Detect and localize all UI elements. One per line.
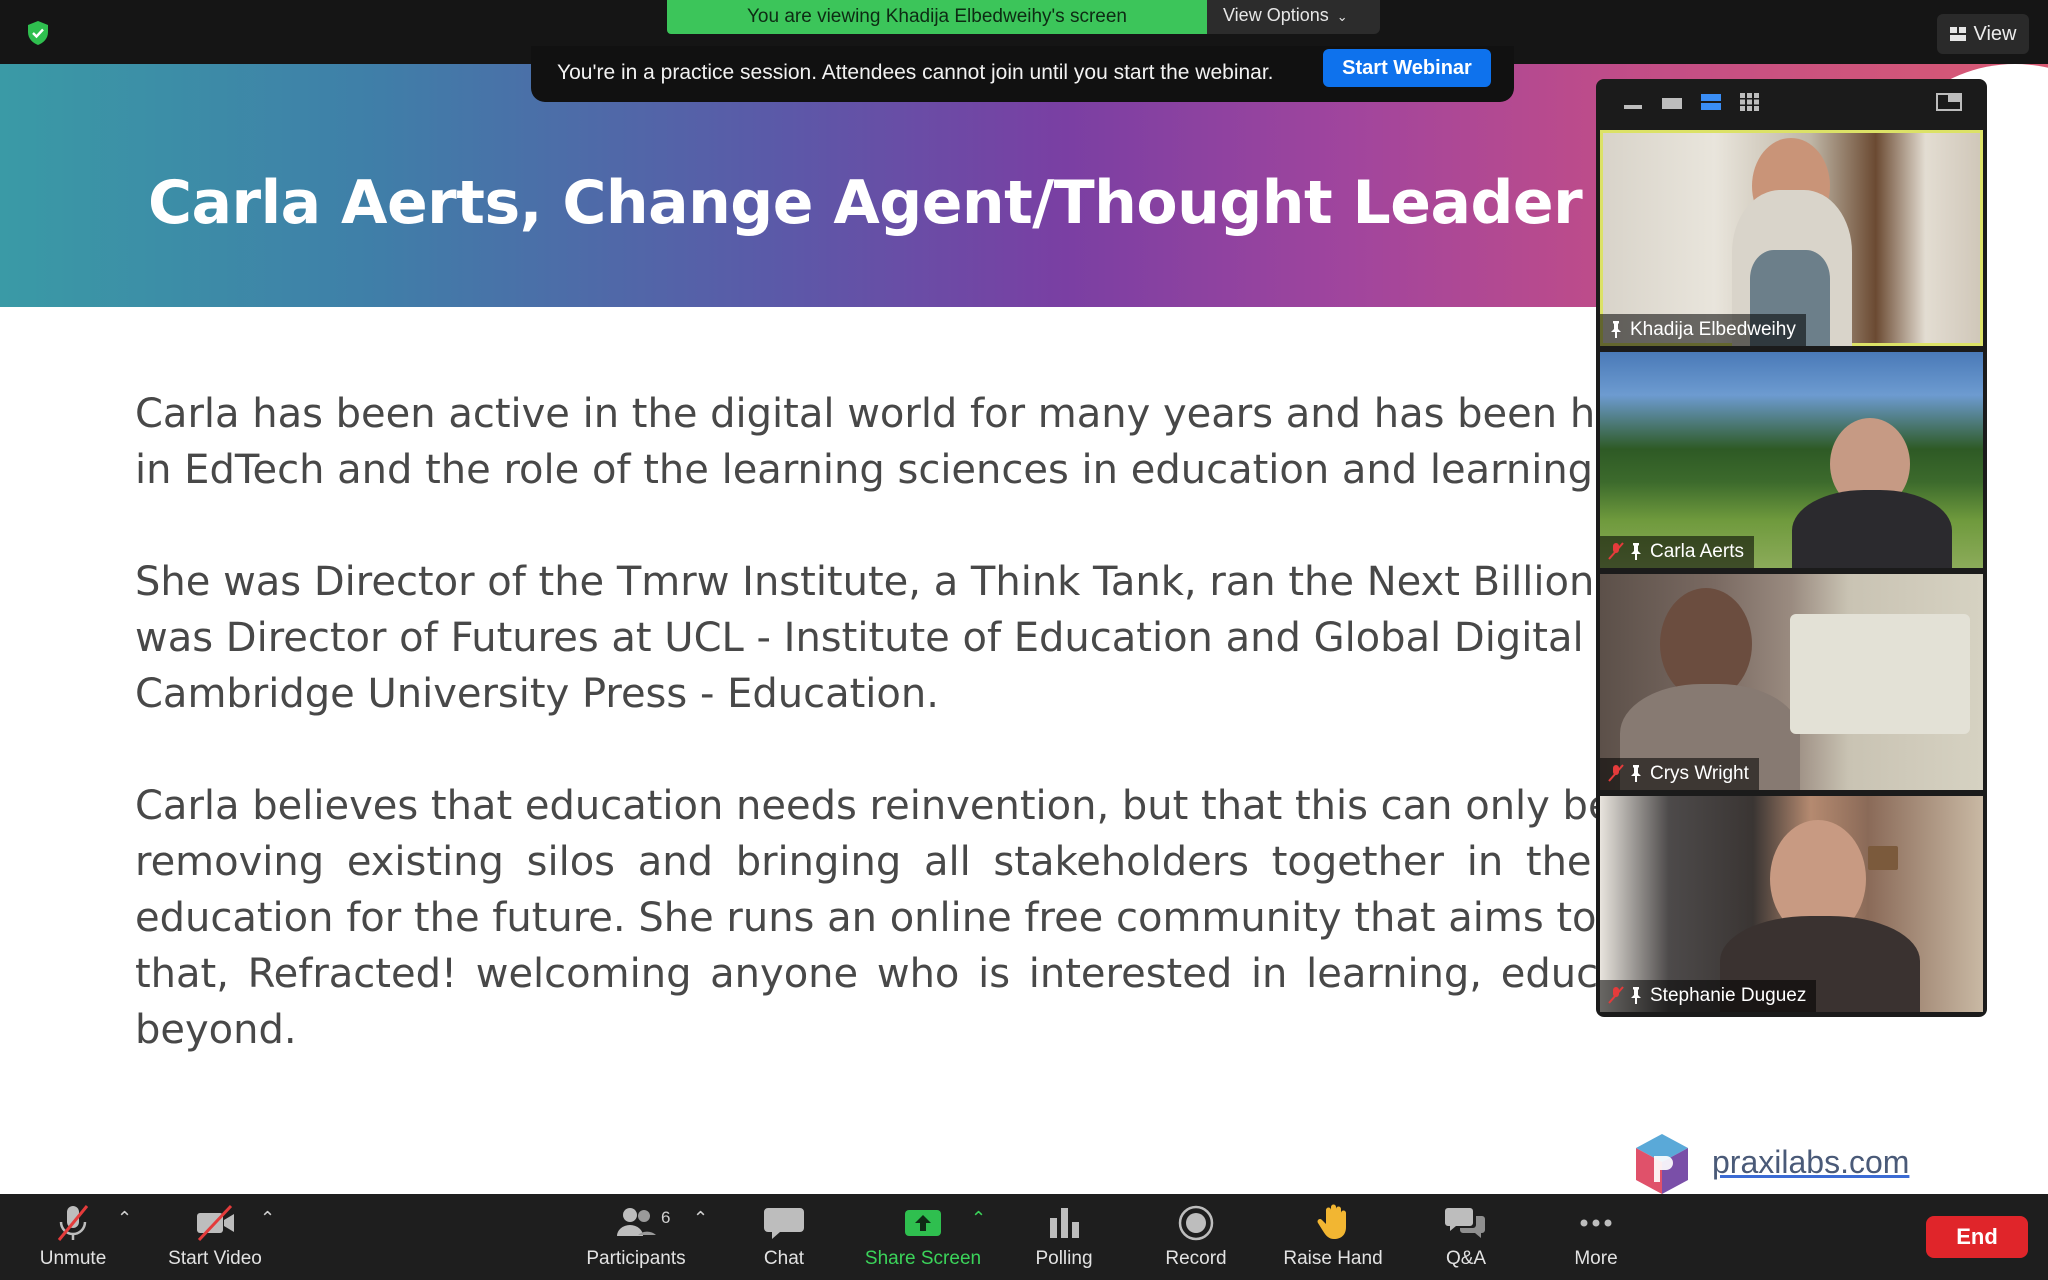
pop-out-icon[interactable] bbox=[1936, 93, 1962, 111]
pin-icon bbox=[1611, 321, 1621, 338]
video-options-caret-icon[interactable]: ⌃ bbox=[260, 1208, 275, 1229]
gallery-controls bbox=[1596, 79, 1987, 128]
muted-mic-icon bbox=[1608, 542, 1624, 560]
view-button-label: View bbox=[1973, 23, 2017, 45]
participant-video bbox=[1868, 846, 1898, 870]
slide-title: Carla Aerts, Change Agent/Thought Leader bbox=[148, 168, 1583, 238]
video-tile-stephanie[interactable]: Stephanie Duguez bbox=[1600, 796, 1983, 1012]
raise-hand-label: Raise Hand bbox=[1283, 1248, 1383, 1269]
raise-hand-button[interactable]: Raise Hand bbox=[1276, 1194, 1390, 1280]
audio-options-caret-icon[interactable]: ⌃ bbox=[117, 1208, 132, 1229]
slide-text-line: beyond. bbox=[135, 1007, 297, 1053]
microphone-muted-icon bbox=[57, 1205, 89, 1241]
practice-session-message: You're in a practice session. Attendees … bbox=[557, 61, 1274, 84]
end-meeting-button[interactable]: End bbox=[1926, 1216, 2028, 1258]
viewing-screen-banner: You are viewing Khadija Elbedweihy's scr… bbox=[667, 0, 1207, 34]
video-camera-off-icon bbox=[197, 1204, 234, 1242]
slide-text-line: She was Director of the Tmrw Institute, … bbox=[135, 559, 1605, 605]
share-screen-label: Share Screen bbox=[864, 1248, 982, 1269]
participants-button[interactable]: Participants bbox=[580, 1194, 692, 1280]
polling-label: Polling bbox=[1035, 1248, 1093, 1269]
participant-name-tag: Khadija Elbedweihy bbox=[1600, 314, 1806, 346]
video-gallery-panel: Khadija Elbedweihy Carla Aerts Crys Wrig… bbox=[1596, 79, 1987, 1017]
chat-button[interactable]: Chat bbox=[744, 1194, 824, 1280]
security-shield-icon[interactable] bbox=[26, 20, 50, 46]
slide-paragraph: She was Director of the Tmrw Institute, … bbox=[135, 554, 1605, 722]
video-tile-khadija[interactable]: Khadija Elbedweihy bbox=[1600, 130, 1983, 346]
polling-bar-chart-icon bbox=[1050, 1208, 1079, 1238]
qa-label: Q&A bbox=[1445, 1248, 1487, 1269]
share-screen-button[interactable]: Share Screen bbox=[856, 1194, 990, 1280]
start-video-label: Start Video bbox=[168, 1248, 262, 1269]
video-tile-carla[interactable]: Carla Aerts bbox=[1600, 352, 1983, 568]
participant-name-tag: Stephanie Duguez bbox=[1600, 980, 1817, 1012]
chat-bubble-icon bbox=[764, 1208, 804, 1239]
slide-body: Carla has been active in the digital wor… bbox=[135, 386, 1605, 1114]
participants-label: Participants bbox=[586, 1248, 686, 1269]
participant-name-tag: Carla Aerts bbox=[1600, 536, 1754, 568]
praxilabs-link[interactable]: praxilabs.com bbox=[1712, 1144, 1909, 1181]
praxilabs-cube-icon bbox=[1636, 1134, 1688, 1194]
pin-icon bbox=[1631, 765, 1641, 782]
slide-text-line: was Director of Futures at UCL - Institu… bbox=[135, 615, 1605, 661]
participants-options-caret-icon[interactable]: ⌃ bbox=[693, 1208, 708, 1229]
slide-text-line: Carla believes that education needs rein… bbox=[135, 783, 1605, 829]
more-label: More bbox=[1574, 1248, 1618, 1269]
more-dots-icon bbox=[1580, 1219, 1612, 1227]
hide-video-icon[interactable] bbox=[1662, 93, 1682, 111]
unmute-label: Unmute bbox=[39, 1248, 107, 1269]
slide-text-line: that, Refracted! welcoming anyone who is… bbox=[135, 951, 1599, 997]
chat-label: Chat bbox=[763, 1248, 805, 1269]
participant-name: Carla Aerts bbox=[1650, 541, 1744, 562]
share-options-caret-icon[interactable]: ⌃ bbox=[971, 1208, 986, 1229]
pin-icon bbox=[1631, 543, 1641, 560]
view-options-dropdown[interactable]: View Options ⌄ bbox=[1207, 0, 1380, 34]
speaker-view-icon[interactable] bbox=[1701, 93, 1721, 111]
slide-text-line: Cambridge University Press - Education. bbox=[135, 671, 939, 717]
participants-icon bbox=[617, 1208, 656, 1236]
slide-paragraph: Carla has been active in the digital wor… bbox=[135, 386, 1605, 498]
practice-session-banner: You're in a practice session. Attendees … bbox=[531, 46, 1514, 102]
slide-text-line: removing existing silos and bringing all… bbox=[135, 839, 1592, 885]
chevron-down-icon: ⌄ bbox=[1336, 9, 1348, 24]
grid-view-icon[interactable] bbox=[1740, 93, 1760, 111]
qa-button[interactable]: Q&A bbox=[1424, 1194, 1508, 1280]
slide-text-line: education for the future. She runs an on… bbox=[135, 895, 1597, 941]
polling-button[interactable]: Polling bbox=[1020, 1194, 1108, 1280]
record-icon bbox=[1178, 1205, 1214, 1241]
slide-text-line: Carla has been active in the digital wor… bbox=[135, 391, 1605, 437]
participant-name: Stephanie Duguez bbox=[1650, 985, 1807, 1006]
share-screen-icon bbox=[905, 1210, 941, 1236]
pin-icon bbox=[1631, 987, 1641, 1004]
start-webinar-button[interactable]: Start Webinar bbox=[1323, 49, 1491, 87]
slide-paragraph: Carla believes that education needs rein… bbox=[135, 778, 1605, 1058]
start-video-button[interactable]: Start Video bbox=[155, 1194, 275, 1280]
view-button[interactable]: View bbox=[1937, 14, 2029, 54]
slide-text-line: in EdTech and the role of the learning s… bbox=[135, 447, 1605, 493]
record-label: Record bbox=[1165, 1248, 1227, 1269]
unmute-button[interactable]: Unmute bbox=[18, 1194, 128, 1280]
video-tile-crys[interactable]: Crys Wright bbox=[1600, 574, 1983, 790]
gallery-view-icon bbox=[1949, 27, 1966, 41]
view-options-label: View Options bbox=[1223, 5, 1329, 25]
muted-mic-icon bbox=[1608, 986, 1624, 1004]
raise-hand-icon bbox=[1317, 1204, 1346, 1239]
minimize-icon[interactable] bbox=[1624, 93, 1642, 111]
participant-video bbox=[1790, 614, 1970, 734]
record-button[interactable]: Record bbox=[1152, 1194, 1240, 1280]
participant-name: Khadija Elbedweihy bbox=[1630, 319, 1796, 340]
participant-name: Crys Wright bbox=[1650, 763, 1749, 784]
participant-video bbox=[1792, 490, 1952, 568]
participant-name-tag: Crys Wright bbox=[1600, 758, 1759, 790]
participants-count: 6 bbox=[661, 1208, 671, 1227]
more-button[interactable]: More bbox=[1556, 1194, 1636, 1280]
muted-mic-icon bbox=[1608, 764, 1624, 782]
meeting-toolbar: Unmute ⌃ Start Video ⌃ Participants 6 ⌃ … bbox=[0, 1194, 2048, 1280]
qa-bubbles-icon bbox=[1445, 1208, 1485, 1238]
